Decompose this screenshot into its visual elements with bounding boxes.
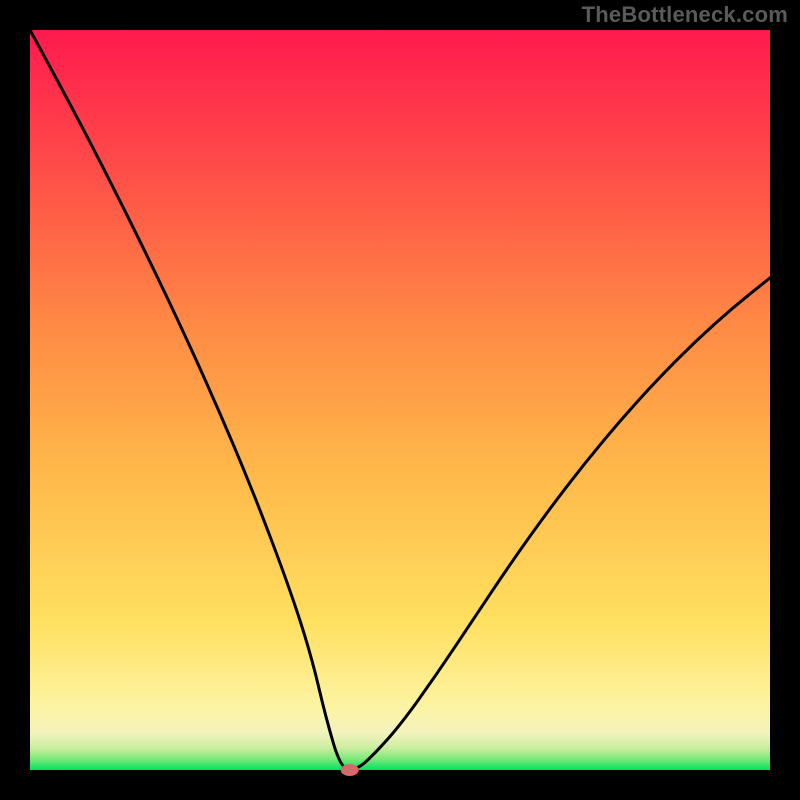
chart-frame: TheBottleneck.com bbox=[0, 0, 800, 800]
watermark-text: TheBottleneck.com bbox=[582, 2, 788, 28]
optimal-point-marker bbox=[341, 764, 359, 776]
plot-background bbox=[30, 30, 770, 770]
bottleneck-plot bbox=[0, 0, 800, 800]
